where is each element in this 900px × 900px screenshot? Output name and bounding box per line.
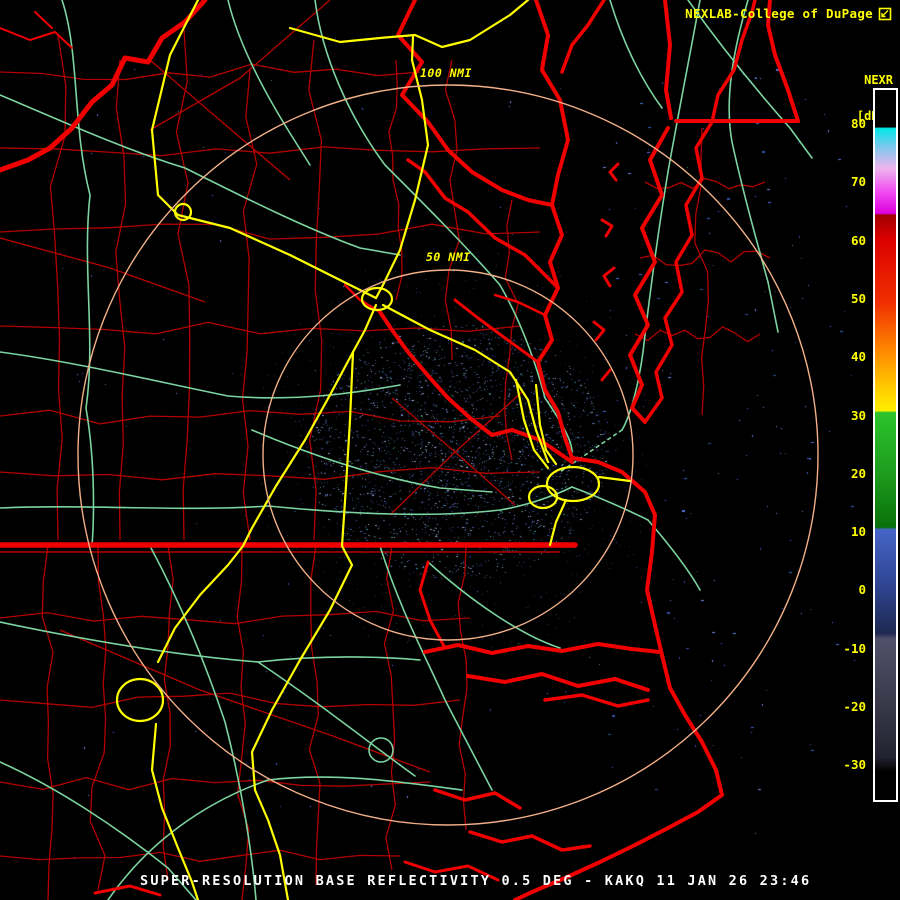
colorbar-tick: 80 [850,116,866,131]
colorbar-tick: 20 [850,465,866,481]
county-border [644,177,766,190]
colorbar-tick: 30 [850,407,866,423]
county-border [115,59,127,541]
colorbar-tick: 50 [850,290,866,306]
colorbar-tick: 70 [850,174,866,190]
colorbar-gradient [875,90,896,800]
county-border [49,34,67,541]
county-border [89,545,107,891]
county-borders-layer [0,29,771,900]
county-border [308,545,321,886]
county-border [503,199,519,461]
colorbar-tick: 10 [850,524,866,540]
county-border [0,849,401,862]
county-border [444,59,460,361]
county-border [41,545,54,900]
colorbar-tick: 40 [850,349,866,365]
colorbar [873,88,898,802]
colorbar-tick: 0 [858,582,866,598]
county-border [639,249,771,267]
external-link-icon [878,7,892,20]
county-border [0,467,541,481]
county-border [236,545,250,900]
colorbar-ticks: 80 70 60 50 40 30 20 10 0 -10 -20 -30 [814,0,866,900]
range-ring-50-label: 50 NMI [426,250,471,264]
colorbar-tick: -10 [843,640,866,656]
county-border [175,29,191,541]
range-ring-100nmi [77,84,819,826]
product-caption: SUPER-RESOLUTION BASE REFLECTIVITY 0.5 D… [140,873,812,889]
colorbar-tick: -30 [843,757,866,773]
range-rings [77,84,819,826]
county-border [634,326,761,343]
range-ring-100-label: 100 NMI [420,66,472,80]
colorbar-tick: 60 [850,232,866,248]
base-map [0,0,819,900]
roads-layer [0,0,813,900]
colorbar-tick: -20 [843,699,866,714]
radar-display: NEXLAB-College of DuPage NEXR [dBZ] 8070… [0,0,900,900]
county-border [0,321,521,335]
county-border [0,610,471,625]
county-border [0,409,501,425]
county-border [308,39,323,541]
